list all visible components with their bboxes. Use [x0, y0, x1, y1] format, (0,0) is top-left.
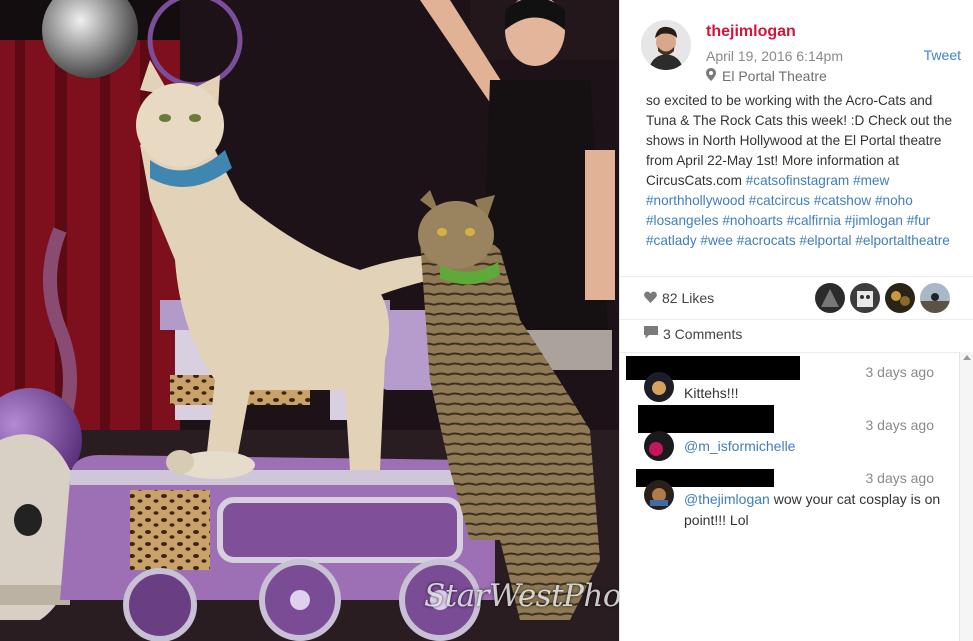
post-author-username[interactable]: thejimlogan	[706, 23, 796, 41]
hashtag-link[interactable]: #elportaltheatre	[855, 233, 949, 248]
post-details-panel: thejimlogan April 19, 2016 6:14pm Tweet …	[619, 0, 973, 641]
comments-label: 3 Comments	[663, 326, 743, 342]
photo-watermark: StarWestPho	[424, 578, 619, 614]
hashtag-link[interactable]: #mew	[853, 173, 889, 188]
comment-text: @m_isformichelle	[684, 436, 950, 457]
scroll-up-arrow-icon[interactable]	[963, 355, 971, 360]
hashtag-link[interactable]: #jimlogan	[845, 213, 903, 228]
likes-count[interactable]: 82 Likes	[644, 290, 714, 306]
mention-link[interactable]: @m_isformichelle	[684, 438, 795, 454]
cats-on-stage-image	[0, 0, 619, 641]
comment-bubble-icon	[644, 326, 658, 342]
comment-timestamp: 3 days ago	[865, 470, 935, 486]
mention-link[interactable]: @thejimlogan	[684, 491, 770, 507]
hashtag-link[interactable]: #catcircus	[749, 193, 810, 208]
liker-avatar[interactable]	[885, 283, 915, 313]
post-timestamp: April 19, 2016 6:14pm	[706, 48, 843, 64]
comment-text: @thejimlogan wow your cat cosplay is on …	[684, 489, 950, 531]
commenter-avatar[interactable]	[644, 372, 674, 402]
likes-label: 82 Likes	[662, 290, 715, 306]
hashtag-link[interactable]: #acrocats	[737, 233, 796, 248]
hashtag-link[interactable]: #wee	[700, 233, 733, 248]
redacted-username	[638, 405, 774, 433]
comment-timestamp: 3 days ago	[865, 364, 935, 380]
comment-body: Kittehs!!!	[684, 385, 739, 401]
comment-scrollbar[interactable]	[959, 352, 973, 641]
comment-list[interactable]: 3 days ago Kittehs!!! 3 days ago @m_isfo…	[620, 352, 960, 641]
hashtag-link[interactable]: #fur	[907, 213, 930, 228]
heart-icon	[644, 290, 657, 306]
comments-count[interactable]: 3 Comments	[644, 326, 742, 342]
author-avatar-image	[641, 20, 691, 70]
hashtag-link[interactable]: #catlady	[646, 233, 697, 248]
post-photo[interactable]: StarWestPho	[0, 0, 619, 641]
comment-text: Kittehs!!!	[684, 383, 950, 404]
liker-avatar[interactable]	[920, 283, 950, 313]
comments-bar: 3 Comments	[620, 318, 973, 353]
hashtag-link[interactable]: #calfirnia	[787, 213, 841, 228]
hashtag-link[interactable]: #noho	[875, 193, 913, 208]
post-location[interactable]: El Portal Theatre	[706, 68, 827, 84]
post-caption: so excited to be working with the Acro-C…	[646, 91, 960, 251]
hashtag-link[interactable]: #nohoarts	[722, 213, 782, 228]
liker-avatar[interactable]	[850, 283, 880, 313]
hashtag-link[interactable]: #catsofinstagram	[746, 173, 850, 188]
map-pin-icon	[706, 68, 716, 84]
hashtag-link[interactable]: #elportal	[799, 233, 851, 248]
location-name: El Portal Theatre	[722, 68, 827, 84]
hashtag-link[interactable]: #northhollywood	[646, 193, 745, 208]
hashtag-link[interactable]: #losangeles	[646, 213, 719, 228]
liker-avatars	[810, 283, 950, 313]
likes-bar: 82 Likes	[620, 276, 973, 320]
hashtag-link[interactable]: #catshow	[814, 193, 871, 208]
liker-avatar[interactable]	[815, 283, 845, 313]
commenter-avatar[interactable]	[644, 480, 674, 510]
commenter-avatar[interactable]	[644, 431, 674, 461]
author-avatar[interactable]	[641, 20, 691, 70]
tweet-button[interactable]: Tweet	[924, 47, 961, 63]
comment-timestamp: 3 days ago	[865, 417, 935, 433]
